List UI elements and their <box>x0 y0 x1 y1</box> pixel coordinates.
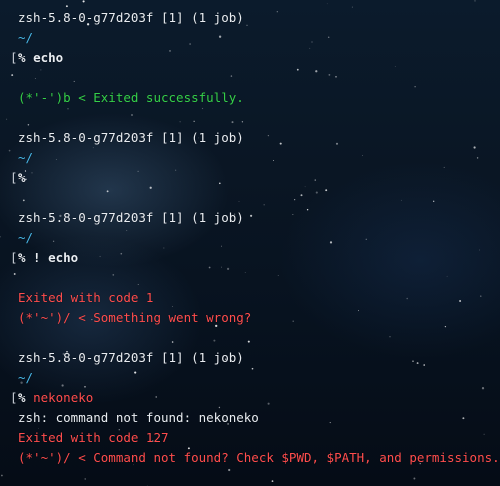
current-directory: ~/ <box>18 150 34 165</box>
prompt-status-line: zsh-5.8-0-g77d203f [1] (1 job) <box>18 208 244 228</box>
prompt-status-text: zsh-5.8-0-g77d203f [1] (1 job) <box>18 210 244 225</box>
prompt-bracket: [ <box>10 390 18 405</box>
prompt-bracket: [ <box>10 170 18 185</box>
prompt-cwd-line: ~/ <box>18 148 33 168</box>
output-line: Exited with code 1 <box>18 288 153 308</box>
output-line: Exited with code 127 <box>18 428 169 448</box>
command-text: echo <box>33 50 64 65</box>
current-directory: ~/ <box>18 370 34 385</box>
current-directory: ~/ <box>18 230 34 245</box>
command-line[interactable]: % nekoneko <box>18 388 93 408</box>
prompt-symbol: % <box>18 50 26 65</box>
output-text: (*'~')/ < Something went wrong? <box>18 310 252 325</box>
output-line: (*'-')b < Exited successfully. <box>18 88 244 108</box>
output-text: (*'-')b < Exited successfully. <box>18 90 244 105</box>
prompt-status-line: zsh-5.8-0-g77d203f [1] (1 job) <box>18 348 244 368</box>
command-line[interactable]: % <box>18 168 26 188</box>
prompt-symbol: % <box>18 170 26 185</box>
command-text: nekoneko <box>33 390 94 405</box>
prompt-cwd-line: ~/ <box>18 368 33 388</box>
prompt-cwd-line: ~/ <box>18 28 33 48</box>
output-line: (*'~')/ < Command not found? Check $PWD,… <box>18 448 500 468</box>
output-text: Exited with code 127 <box>18 430 169 445</box>
current-directory: ~/ <box>18 30 34 45</box>
command-line[interactable]: % echo <box>18 48 63 68</box>
output-text: Exited with code 1 <box>18 290 154 305</box>
output-text: zsh: command not found: nekoneko <box>18 410 259 425</box>
prompt-status-text: zsh-5.8-0-g77d203f [1] (1 job) <box>18 350 244 365</box>
prompt-symbol: % <box>18 390 26 405</box>
prompt-status-text: zsh-5.8-0-g77d203f [1] (1 job) <box>18 10 244 25</box>
prompt-status-line: zsh-5.8-0-g77d203f [1] (1 job) <box>18 8 244 28</box>
terminal-output: zsh-5.8-0-g77d203f [1] (1 job) ~/[% echo(… <box>0 0 500 486</box>
prompt-symbol: % ! <box>18 250 41 265</box>
output-line: (*'~')/ < Something went wrong? <box>18 308 251 328</box>
output-line: zsh: command not found: nekoneko <box>18 408 259 428</box>
prompt-status-line: zsh-5.8-0-g77d203f [1] (1 job) <box>18 128 244 148</box>
command-text: echo <box>48 250 79 265</box>
terminal-window[interactable]: zsh-5.8-0-g77d203f [1] (1 job) ~/[% echo(… <box>0 0 500 486</box>
output-text: (*'~')/ < Command not found? Check $PWD,… <box>18 450 500 465</box>
prompt-cwd-line: ~/ <box>18 228 33 248</box>
prompt-status-text: zsh-5.8-0-g77d203f [1] (1 job) <box>18 130 244 145</box>
prompt-bracket: [ <box>10 50 18 65</box>
prompt-bracket: [ <box>10 250 18 265</box>
command-line[interactable]: % ! echo <box>18 248 78 268</box>
